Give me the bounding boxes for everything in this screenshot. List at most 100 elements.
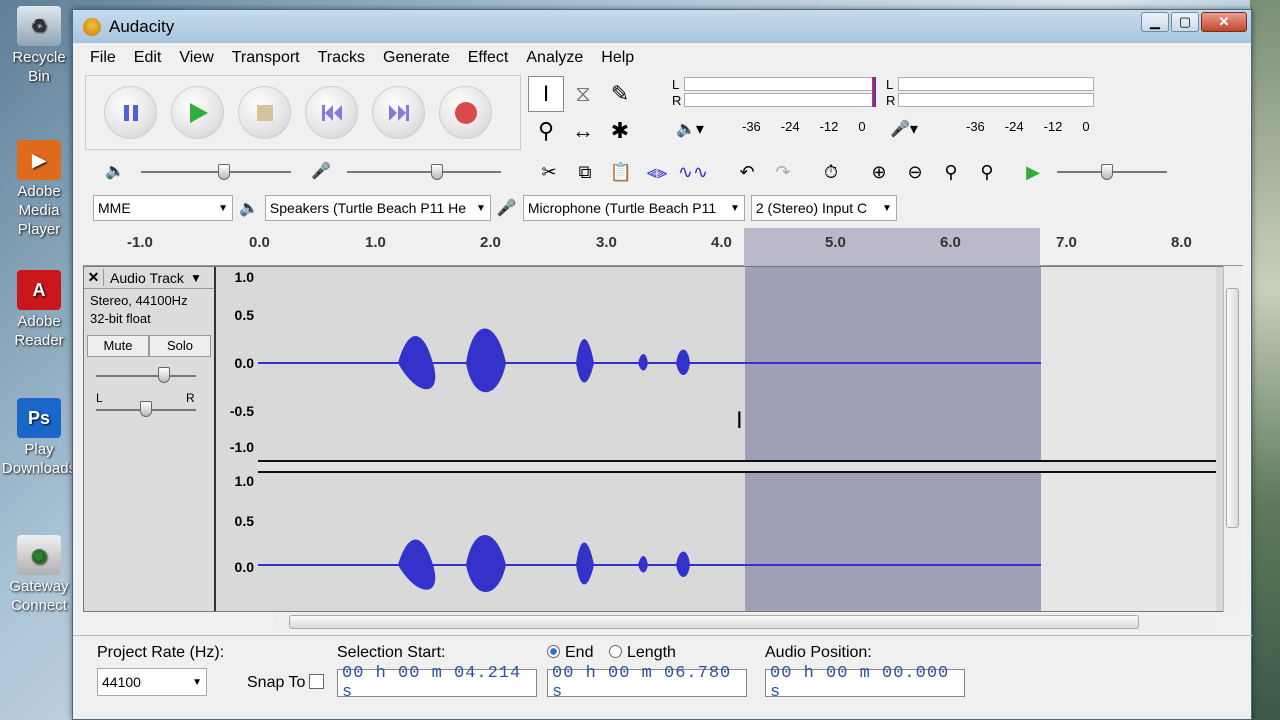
menu-tracks[interactable]: Tracks bbox=[309, 49, 374, 67]
desktop-icon-gateway-connect[interactable]: ◉ Gateway Connect bbox=[0, 535, 78, 615]
selection-tool[interactable]: I bbox=[528, 76, 564, 112]
scale-label: 0.0 bbox=[234, 355, 254, 371]
vertical-scrollbar[interactable] bbox=[1223, 266, 1241, 612]
end-radio[interactable] bbox=[547, 645, 560, 658]
fit-selection-button[interactable]: ⚲ bbox=[935, 157, 967, 187]
menu-transport[interactable]: Transport bbox=[223, 49, 309, 67]
minimize-button[interactable]: ▁ bbox=[1141, 12, 1169, 32]
audio-position-field[interactable]: 00 h 00 m 00.000 s bbox=[765, 664, 965, 702]
audio-host-select[interactable]: MME ▼ bbox=[93, 195, 233, 221]
pause-button[interactable] bbox=[104, 86, 157, 139]
track-close-icon[interactable]: ✕ bbox=[84, 269, 104, 286]
record-button[interactable] bbox=[439, 86, 492, 139]
track-name-menu[interactable]: Audio Track bbox=[104, 270, 184, 286]
scale-tick: 0 bbox=[858, 119, 866, 134]
fit-project-button[interactable]: ⚲ bbox=[971, 157, 1003, 187]
track-panel: ✕ Audio Track ▼ Stereo, 44100Hz 32-bit f… bbox=[83, 266, 1233, 612]
menu-help[interactable]: Help bbox=[592, 49, 643, 67]
solo-button[interactable]: Solo bbox=[149, 335, 211, 357]
paste-button[interactable]: 📋 bbox=[605, 157, 637, 187]
envelope-tool[interactable]: ⧖ bbox=[565, 76, 601, 112]
menu-analyze[interactable]: Analyze bbox=[517, 49, 592, 67]
cut-button[interactable]: ✂ bbox=[533, 157, 565, 187]
skip-to-end-button[interactable] bbox=[372, 86, 425, 139]
timeline-ruler[interactable]: -1.0 0.0 1.0 2.0 3.0 4.0 5.0 6.0 7.0 8.0 bbox=[83, 228, 1243, 266]
title-bar[interactable]: Audacity ▁ ▢ ✕ bbox=[73, 10, 1251, 43]
desktop-icon-adobe-media-player[interactable]: ▶ Adobe Media Player bbox=[0, 140, 78, 239]
scale-label: -0.5 bbox=[229, 403, 254, 419]
menu-view[interactable]: View bbox=[170, 49, 222, 67]
zoom-out-icon: ⊖ bbox=[907, 161, 923, 182]
ruler-tick: 8.0 bbox=[1171, 234, 1192, 251]
snap-to-label[interactable]: Snap To bbox=[247, 674, 325, 692]
desktop-icon-adobe-reader[interactable]: A Adobe Reader bbox=[0, 270, 78, 350]
input-device-select[interactable]: Microphone (Turtle Beach P11 ▼ bbox=[522, 195, 745, 221]
zoom-tool[interactable]: ⚲ bbox=[528, 113, 564, 149]
meter-r-label: R bbox=[886, 93, 896, 108]
scale-label: 1.0 bbox=[234, 269, 254, 285]
mute-button[interactable]: Mute bbox=[87, 335, 149, 357]
output-volume-slider[interactable] bbox=[218, 164, 230, 180]
redo-button[interactable]: ↷ bbox=[767, 157, 799, 187]
record-meter-scale: -36 -24 -12 0 bbox=[966, 119, 1090, 134]
track-gain-track[interactable] bbox=[96, 375, 196, 377]
close-button[interactable]: ✕ bbox=[1201, 12, 1247, 32]
multi-tool[interactable]: ✱ bbox=[602, 113, 638, 149]
silence-button[interactable]: ∿∿ bbox=[677, 157, 709, 187]
length-radio[interactable] bbox=[609, 645, 622, 658]
draw-tool[interactable]: ✎ bbox=[602, 76, 638, 112]
selection-start-field[interactable]: 00 h 00 m 04.214 s bbox=[337, 664, 537, 702]
microphone-icon[interactable]: 🎤▾ bbox=[890, 119, 918, 139]
output-device-select[interactable]: Speakers (Turtle Beach P11 He ▼ bbox=[264, 195, 491, 221]
skip-to-start-button[interactable] bbox=[305, 86, 358, 139]
input-volume-track[interactable] bbox=[347, 171, 501, 173]
record-meter-right-bar bbox=[898, 93, 1094, 107]
snap-to-checkbox[interactable] bbox=[309, 674, 325, 689]
speaker-icon[interactable]: 🔈▾ bbox=[676, 119, 704, 139]
menu-generate[interactable]: Generate bbox=[374, 49, 459, 67]
play-button[interactable] bbox=[171, 86, 224, 139]
chevron-down-icon: ▼ bbox=[729, 202, 740, 214]
playback-meter-left-bar bbox=[684, 77, 876, 91]
maximize-button[interactable]: ▢ bbox=[1171, 12, 1199, 32]
track-pan-slider[interactable] bbox=[140, 401, 152, 417]
trim-button[interactable]: ⫷⫸ bbox=[641, 157, 673, 187]
undo-button[interactable]: ↶ bbox=[731, 157, 763, 187]
menu-file[interactable]: File bbox=[81, 49, 125, 67]
skip-to-end-icon bbox=[388, 104, 409, 121]
project-rate-select[interactable]: 44100 ▼ bbox=[97, 668, 207, 696]
end-radio-option[interactable]: End bbox=[547, 644, 593, 662]
playback-meter[interactable]: L R bbox=[670, 75, 880, 111]
zoom-out-button[interactable]: ⊖ bbox=[899, 157, 931, 187]
adobe-media-player-icon: ▶ bbox=[17, 140, 61, 180]
desktop-icon-recycle-bin[interactable]: ♻ Recycle Bin bbox=[0, 6, 78, 86]
play-at-speed-button[interactable]: ▶ bbox=[1017, 157, 1049, 187]
track-gain-slider[interactable] bbox=[158, 367, 170, 383]
copy-button[interactable]: ⧉ bbox=[569, 157, 601, 187]
time-shift-tool[interactable]: ↔ bbox=[565, 113, 601, 149]
fit-project-icon: ⚲ bbox=[980, 161, 994, 182]
length-radio-option[interactable]: Length bbox=[609, 644, 676, 662]
length-label: Length bbox=[627, 644, 676, 661]
stop-button[interactable] bbox=[238, 86, 291, 139]
vertical-scroll-thumb[interactable] bbox=[1226, 288, 1239, 528]
selection-end-field[interactable]: 00 h 00 m 06.780 s bbox=[547, 664, 747, 702]
output-volume-track[interactable] bbox=[141, 171, 291, 173]
input-volume-slider[interactable] bbox=[431, 164, 443, 180]
chevron-down-icon: ▼ bbox=[476, 202, 486, 214]
record-meter[interactable]: L R bbox=[884, 75, 1100, 111]
horizontal-scrollbar[interactable] bbox=[273, 613, 1211, 631]
menu-effect[interactable]: Effect bbox=[459, 49, 518, 67]
sync-lock-button[interactable]: ⏱ bbox=[815, 157, 847, 187]
play-speed-slider[interactable] bbox=[1101, 164, 1113, 180]
zoom-in-button[interactable]: ⊕ bbox=[863, 157, 895, 187]
horizontal-scroll-thumb[interactable] bbox=[289, 615, 1139, 629]
waveform-right-channel[interactable] bbox=[258, 473, 1216, 611]
record-icon bbox=[454, 101, 477, 124]
input-channels-select[interactable]: 2 (Stereo) Input C ▼ bbox=[750, 195, 897, 221]
menu-edit[interactable]: Edit bbox=[125, 49, 171, 67]
play-speed-slider-area[interactable] bbox=[1053, 157, 1173, 187]
desktop-icon-play-downloads[interactable]: Ps Play Downloads bbox=[0, 398, 78, 478]
window-title: Audacity bbox=[109, 16, 175, 36]
chevron-down-icon[interactable]: ▼ bbox=[190, 271, 202, 285]
